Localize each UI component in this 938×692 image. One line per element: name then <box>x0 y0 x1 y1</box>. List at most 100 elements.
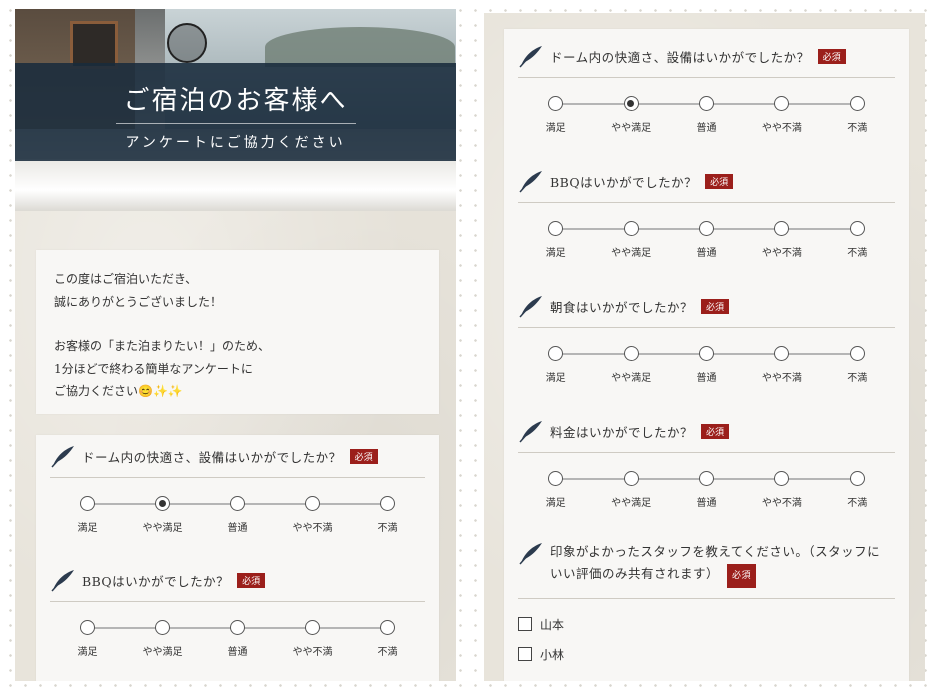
rating-label: 普通 <box>227 647 248 658</box>
required-badge: 必須 <box>237 572 266 588</box>
rating-label: 不満 <box>847 123 868 134</box>
required-badge: 必須 <box>349 448 378 464</box>
radio-button[interactable] <box>305 496 320 511</box>
radio-button[interactable] <box>155 620 170 635</box>
hero-subtitle: アンケートにご協力ください <box>125 135 346 151</box>
rating-label: 満足 <box>545 248 566 259</box>
question-header: BBQはいかがでしたか？ 必須 <box>518 166 895 196</box>
rating-option[interactable]: 普通 <box>677 96 737 134</box>
question-header: 朝食はいかがでしたか？ 必須 <box>518 291 895 321</box>
question-text: 朝食はいかがでしたか？ <box>550 299 694 315</box>
rating-option[interactable]: 不満 <box>827 221 887 259</box>
radio-button[interactable] <box>230 496 245 511</box>
rating-scale: 満足 やや満足 普通 やや不満 不満 <box>518 453 895 513</box>
rating-label: 普通 <box>696 248 717 259</box>
radio-button[interactable] <box>699 221 714 236</box>
rating-option[interactable]: やや不満 <box>752 221 812 259</box>
radio-button[interactable] <box>80 620 95 635</box>
radio-button[interactable] <box>699 96 714 111</box>
rating-option[interactable]: 満足 <box>58 620 118 658</box>
rating-option[interactable]: やや満足 <box>601 471 661 509</box>
checkbox-option[interactable]: 山本 <box>518 609 895 639</box>
hero-title: ご宿泊のお客様へ <box>123 86 348 116</box>
rating-option[interactable]: やや不満 <box>752 471 812 509</box>
radio-button[interactable] <box>849 471 865 486</box>
checkbox[interactable] <box>518 617 532 631</box>
rating-option[interactable]: 普通 <box>208 620 268 658</box>
question-price: 料金はいかがでしたか？ 必須 満足 やや満足 普通 やや不満 不満 <box>518 416 895 513</box>
radio-button[interactable] <box>849 221 865 236</box>
rating-option[interactable]: 満足 <box>526 96 586 134</box>
rating-option[interactable]: 満足 <box>526 471 586 509</box>
rating-label: やや不満 <box>761 248 802 259</box>
rating-option[interactable]: やや満足 <box>133 496 193 534</box>
rating-scale: 満足 やや満足 普通 やや不満 不満 <box>518 328 895 388</box>
radio-button[interactable] <box>230 620 245 635</box>
rating-option[interactable]: 満足 <box>526 221 586 259</box>
rating-option[interactable]: 不満 <box>827 96 887 134</box>
hero-banner: ご宿泊のお客様へ アンケートにご協力ください <box>15 9 456 211</box>
radio-button[interactable] <box>849 96 865 111</box>
rating-option[interactable]: 普通 <box>677 221 737 259</box>
rating-option[interactable]: 不満 <box>358 496 418 534</box>
rating-option[interactable]: 普通 <box>677 346 737 384</box>
rating-option[interactable]: やや不満 <box>752 96 812 134</box>
radio-button[interactable] <box>380 496 395 511</box>
question-text: ドーム内の快適さ、設備はいかがでしたか？ <box>82 449 342 465</box>
rating-label: 普通 <box>227 523 248 534</box>
question-text: BBQはいかがでしたか？ <box>82 573 230 589</box>
quill-icon <box>519 421 542 443</box>
radio-button[interactable] <box>155 496 170 511</box>
radio-button[interactable] <box>623 96 639 111</box>
quill-icon <box>519 543 542 565</box>
radio-button[interactable] <box>774 346 790 361</box>
radio-button[interactable] <box>774 96 790 111</box>
radio-button[interactable] <box>380 620 395 635</box>
rating-option[interactable]: 普通 <box>208 496 268 534</box>
rating-label: 不満 <box>377 523 398 534</box>
rating-option[interactable]: 不満 <box>827 346 887 384</box>
radio-button[interactable] <box>548 96 564 111</box>
radio-button[interactable] <box>623 346 639 361</box>
radio-button[interactable] <box>305 620 320 635</box>
question-comfort: ドーム内の快適さ、設備はいかがでしたか？ 必須満足 やや満足 普通 やや不満 不満 <box>50 441 425 538</box>
radio-button[interactable] <box>774 221 790 236</box>
quill-icon <box>51 570 74 592</box>
intro-line: お客様の「また泊まりたい！」のため、 <box>54 339 271 353</box>
checkbox[interactable] <box>518 647 532 661</box>
radio-button[interactable] <box>623 471 639 486</box>
rating-option[interactable]: やや不満 <box>752 346 812 384</box>
rating-label: 不満 <box>847 498 868 509</box>
checkbox-option[interactable]: 小林 <box>518 639 895 669</box>
rating-option[interactable]: 普通 <box>677 471 737 509</box>
rating-label: やや満足 <box>142 523 183 534</box>
rating-option[interactable]: やや満足 <box>601 346 661 384</box>
rating-option[interactable]: やや満足 <box>601 96 661 134</box>
question-staff: 印象がよかったスタッフを教えてください。（スタッフに いい評価のみ共有されます）… <box>518 541 895 669</box>
quill-icon <box>519 296 542 318</box>
rating-option[interactable]: 不満 <box>358 620 418 658</box>
hero-photo-island <box>265 27 455 67</box>
radio-button[interactable] <box>774 471 790 486</box>
rating-option[interactable]: やや不満 <box>283 620 343 658</box>
rating-option[interactable]: 不満 <box>827 471 887 509</box>
radio-button[interactable] <box>548 471 564 486</box>
radio-button[interactable] <box>80 496 95 511</box>
question-header: ドーム内の快適さ、設備はいかがでしたか？ 必須 <box>518 41 895 71</box>
rating-option[interactable]: やや満足 <box>601 221 661 259</box>
questions-card: ドーム内の快適さ、設備はいかがでしたか？ 必須 満足 やや満足 普通 やや不満 不満 BBQ… <box>504 29 909 681</box>
rating-option[interactable]: 満足 <box>526 346 586 384</box>
rating-label: やや満足 <box>611 373 652 384</box>
rating-option[interactable]: 満足 <box>58 496 118 534</box>
radio-button[interactable] <box>849 346 865 361</box>
rating-option[interactable]: やや不満 <box>283 496 343 534</box>
radio-button[interactable] <box>548 221 564 236</box>
radio-button[interactable] <box>548 346 564 361</box>
rating-label: 不満 <box>847 373 868 384</box>
rating-option[interactable]: やや満足 <box>133 620 193 658</box>
rating-scale: 満足 やや満足 普通 やや不満 不満 <box>50 602 425 662</box>
radio-button[interactable] <box>699 471 714 486</box>
radio-button[interactable] <box>699 346 714 361</box>
questions-card: ドーム内の快適さ、設備はいかがでしたか？ 必須 満足 やや満足 普通 やや不満 不満 BBQ… <box>36 435 439 681</box>
radio-button[interactable] <box>623 221 639 236</box>
